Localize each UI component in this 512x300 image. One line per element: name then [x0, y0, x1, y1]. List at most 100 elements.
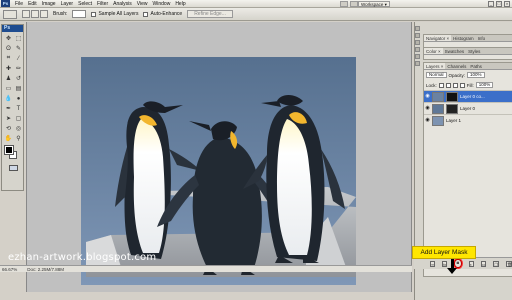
eye-icon[interactable]: ◉ [425, 118, 430, 123]
eyedropper-tool-icon[interactable]: ⁄ [14, 54, 23, 63]
menu-view[interactable]: View [137, 1, 148, 7]
maximize-button[interactable]: □ [496, 1, 502, 7]
clone-source-panel-icon[interactable] [415, 47, 420, 52]
color-tabs: Color × Swatches Styles [424, 48, 512, 55]
lock-pixels-icon[interactable] [445, 82, 451, 88]
lock-position-icon[interactable] [452, 82, 458, 88]
layer-row[interactable]: ◉ Layer 1 [424, 114, 512, 126]
brush-tool-icon[interactable]: ✏ [14, 64, 23, 73]
eye-icon[interactable]: ◉ [425, 106, 430, 111]
checkbox-label: Sample All Layers [98, 11, 139, 17]
menu-edit[interactable]: Edit [28, 1, 37, 7]
dodge-tool-icon[interactable]: ● [14, 94, 23, 103]
bridge-icon[interactable] [340, 1, 348, 7]
app-logo: Ps [1, 0, 10, 7]
paragraph-panel-icon[interactable] [415, 61, 420, 66]
tool-preset-picker[interactable] [3, 9, 17, 19]
layer-thumbnail [432, 103, 444, 114]
fx-icon[interactable]: fx [442, 260, 448, 267]
subtract-selection-icon[interactable] [40, 10, 48, 18]
fill-field[interactable]: 100% [475, 82, 494, 88]
menu-filter[interactable]: Filter [97, 1, 108, 7]
actions-panel-icon[interactable] [415, 33, 420, 38]
refine-edge-button[interactable]: Refine Edge... [187, 10, 233, 18]
blend-mode-select[interactable]: Normal [426, 72, 447, 78]
menu-analysis[interactable]: Analysis [113, 1, 132, 7]
marquee-tool-icon[interactable]: ⬚ [14, 34, 23, 43]
lock-label: Lock: [426, 82, 437, 88]
layers-panel: Layers × Channels Paths Normal Opacity: … [423, 62, 512, 277]
quick-selection-tool-icon[interactable]: ✎ [14, 44, 23, 53]
clone-stamp-tool-icon[interactable]: ♟ [4, 74, 13, 83]
close-button[interactable]: × [504, 1, 510, 7]
menu-layer[interactable]: Layer [61, 1, 74, 7]
move-tool-icon[interactable]: ✥ [4, 34, 13, 43]
layer-mask-thumbnail [446, 91, 458, 102]
new-selection-icon[interactable] [22, 10, 30, 18]
document-canvas[interactable] [81, 57, 356, 285]
workspace-switcher[interactable]: Workspace ▾ [358, 1, 390, 7]
tab-color[interactable]: Color × [424, 48, 443, 54]
shape-tool-icon[interactable]: ▢ [14, 114, 23, 123]
brushes-panel-icon[interactable] [415, 40, 420, 45]
eye-icon[interactable]: ◉ [425, 94, 430, 99]
tab-styles[interactable]: Styles [466, 48, 482, 54]
lasso-tool-icon[interactable]: ʘ [4, 44, 13, 53]
add-selection-icon[interactable] [31, 10, 39, 18]
tool-grid: ✥ ⬚ ʘ ✎ ⌗ ⁄ ✚ ✏ ♟ ↺ ▭ ▤ 💧 ● ✒ T ➤ ▢ ⟲ ◎ … [2, 32, 23, 143]
layer-row[interactable]: ◉ Layer 0 co... [424, 90, 512, 102]
penguins-image [81, 57, 356, 285]
tab-navigator[interactable]: Navigator × [424, 35, 452, 41]
crop-tool-icon[interactable]: ⌗ [4, 54, 13, 63]
gradient-tool-icon[interactable]: ▤ [14, 84, 23, 93]
layer-thumbnail [432, 115, 444, 126]
healing-brush-tool-icon[interactable]: ✚ [4, 64, 13, 73]
quick-mask-icon[interactable] [9, 165, 18, 171]
opacity-field[interactable]: 100% [467, 72, 485, 78]
group-icon[interactable]: ▭ [480, 260, 487, 267]
zoom-level[interactable]: 66.67% [2, 267, 17, 272]
character-panel-icon[interactable] [415, 54, 420, 59]
adjustment-layer-icon[interactable]: ◐ [468, 260, 474, 267]
color-panel: Color × Swatches Styles [423, 47, 512, 60]
layer-row[interactable]: ◉ Layer 0 [424, 102, 512, 114]
minimize-button[interactable]: _ [488, 1, 494, 7]
history-panel-icon[interactable] [415, 26, 420, 31]
eraser-tool-icon[interactable]: ▭ [4, 84, 13, 93]
3d-rotate-tool-icon[interactable]: ⟲ [4, 124, 13, 133]
tab-info[interactable]: Info [476, 35, 488, 41]
menu-help[interactable]: Help [175, 1, 185, 7]
document-size: Doc: 2.25M/7.88M [27, 266, 65, 272]
path-selection-tool-icon[interactable]: ➤ [4, 114, 13, 123]
hand-tool-icon[interactable]: ✋ [4, 134, 13, 143]
app-bar-buttons [340, 1, 358, 7]
toolbox: Ps ✥ ⬚ ʘ ✎ ⌗ ⁄ ✚ ✏ ♟ ↺ ▭ ▤ 💧 ● ✒ T ➤ ▢ ⟲… [1, 24, 24, 191]
zoom-tool-icon[interactable]: ⚲ [14, 134, 23, 143]
pen-tool-icon[interactable]: ✒ [4, 104, 13, 113]
auto-enhance-checkbox[interactable]: Auto-Enhance [143, 11, 182, 17]
foreground-color[interactable] [4, 145, 14, 155]
tab-layers[interactable]: Layers × [424, 63, 446, 69]
lock-all-icon[interactable] [459, 82, 465, 88]
trash-icon[interactable]: 🗑 [505, 260, 512, 267]
sample-all-layers-checkbox[interactable]: Sample All Layers [91, 11, 138, 17]
view-extras-icon[interactable] [350, 1, 358, 7]
history-brush-tool-icon[interactable]: ↺ [14, 74, 23, 83]
layer-name: Layer 0 [460, 106, 476, 111]
blur-tool-icon[interactable]: 💧 [4, 94, 13, 103]
menu-select[interactable]: Select [78, 1, 92, 7]
new-layer-icon[interactable]: ❐ [493, 260, 499, 267]
tab-histogram[interactable]: Histogram [451, 35, 476, 41]
lock-transparency-icon[interactable] [438, 82, 444, 88]
3d-orbit-tool-icon[interactable]: ◎ [14, 124, 23, 133]
tab-swatches[interactable]: Swatches [443, 48, 467, 54]
tab-paths[interactable]: Paths [468, 63, 484, 69]
link-icon[interactable]: ∞ [430, 260, 436, 267]
menu-file[interactable]: File [15, 1, 23, 7]
tab-channels[interactable]: Channels [445, 63, 468, 69]
add-layer-mask-icon[interactable]: ◙ [454, 259, 462, 268]
menu-image[interactable]: Image [42, 1, 56, 7]
menu-window[interactable]: Window [153, 1, 171, 7]
brush-picker[interactable] [72, 10, 87, 18]
type-tool-icon[interactable]: T [14, 104, 23, 113]
